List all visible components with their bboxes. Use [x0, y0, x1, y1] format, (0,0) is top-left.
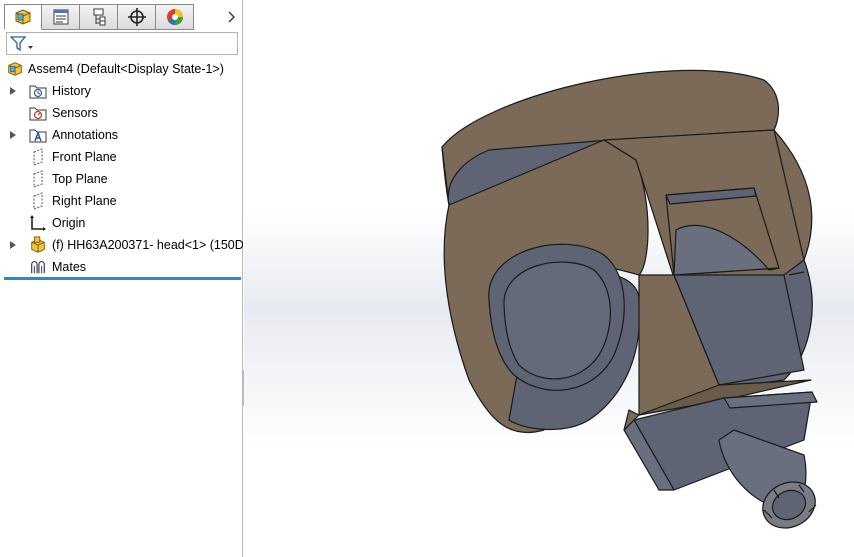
tree-item-label: Top Plane — [52, 172, 108, 186]
chevron-right-icon[interactable] — [224, 8, 238, 26]
graphics-area[interactable] — [244, 0, 854, 557]
configuration-icon — [93, 8, 105, 26]
sensors-folder-icon — [29, 104, 47, 122]
tree-item-annotations[interactable]: Annotations — [0, 124, 243, 146]
mates-icon — [29, 258, 47, 276]
tree-item-top-plane[interactable]: Top Plane — [0, 168, 243, 190]
tree-item-label: Front Plane — [52, 150, 117, 164]
tree-item-mates[interactable]: Mates — [0, 256, 243, 278]
expand-arrow-icon[interactable] — [8, 124, 18, 146]
expand-arrow-icon[interactable] — [8, 234, 18, 256]
plane-icon — [29, 192, 47, 210]
tree-filter[interactable] — [6, 32, 238, 55]
tree-item-label: Sensors — [52, 106, 98, 120]
plane-icon — [29, 170, 47, 188]
configuration-manager-tab[interactable] — [80, 4, 118, 30]
tree-item-history[interactable]: History — [0, 80, 243, 102]
tree-item-label: Origin — [52, 216, 86, 230]
origin-icon — [29, 214, 47, 232]
part-icon — [29, 236, 47, 254]
feature-manager-panel: Assem4 (Default<Display State-1>) Histor… — [0, 0, 243, 557]
property-manager-icon — [53, 9, 68, 25]
tree-item-part-head[interactable]: (f) HH63A200371- head<1> (150Deg — [0, 234, 243, 256]
display-manager-icon — [166, 9, 183, 26]
feature-tree-tab[interactable] — [4, 4, 42, 30]
tree-item-origin[interactable]: Origin — [0, 212, 243, 234]
crosshair-icon — [127, 8, 146, 26]
tree-item-sensors[interactable]: Sensors — [0, 102, 243, 124]
assembly-icon — [6, 60, 24, 78]
expand-arrow-icon[interactable] — [8, 80, 18, 102]
property-manager-tab[interactable] — [42, 4, 80, 30]
tree-item-label: Right Plane — [52, 194, 117, 208]
tree-item-label: History — [52, 84, 91, 98]
rollback-bar[interactable] — [4, 277, 241, 280]
assembly-icon — [15, 9, 31, 25]
dimxpert-tab[interactable] — [118, 4, 156, 30]
display-manager-tab[interactable] — [156, 4, 194, 30]
tree-item-label: Mates — [52, 260, 87, 274]
annotations-folder-icon — [29, 126, 47, 144]
tree-item-label: Annotations — [52, 128, 119, 142]
tree-item-label: (f) HH63A200371- head<1> (150Deg — [52, 238, 243, 252]
history-folder-icon — [29, 82, 47, 100]
tree-root-assembly[interactable]: Assem4 (Default<Display State-1>) — [0, 58, 243, 80]
tree-item-right-plane[interactable]: Right Plane — [0, 190, 243, 212]
3d-model-head[interactable] — [244, 0, 854, 557]
feature-manager-tabs — [4, 4, 194, 30]
tree-item-front-plane[interactable]: Front Plane — [0, 146, 243, 168]
plane-icon — [29, 148, 47, 166]
tree-root-label: Assem4 (Default<Display State-1>) — [28, 62, 224, 76]
filter-icon — [10, 36, 33, 52]
